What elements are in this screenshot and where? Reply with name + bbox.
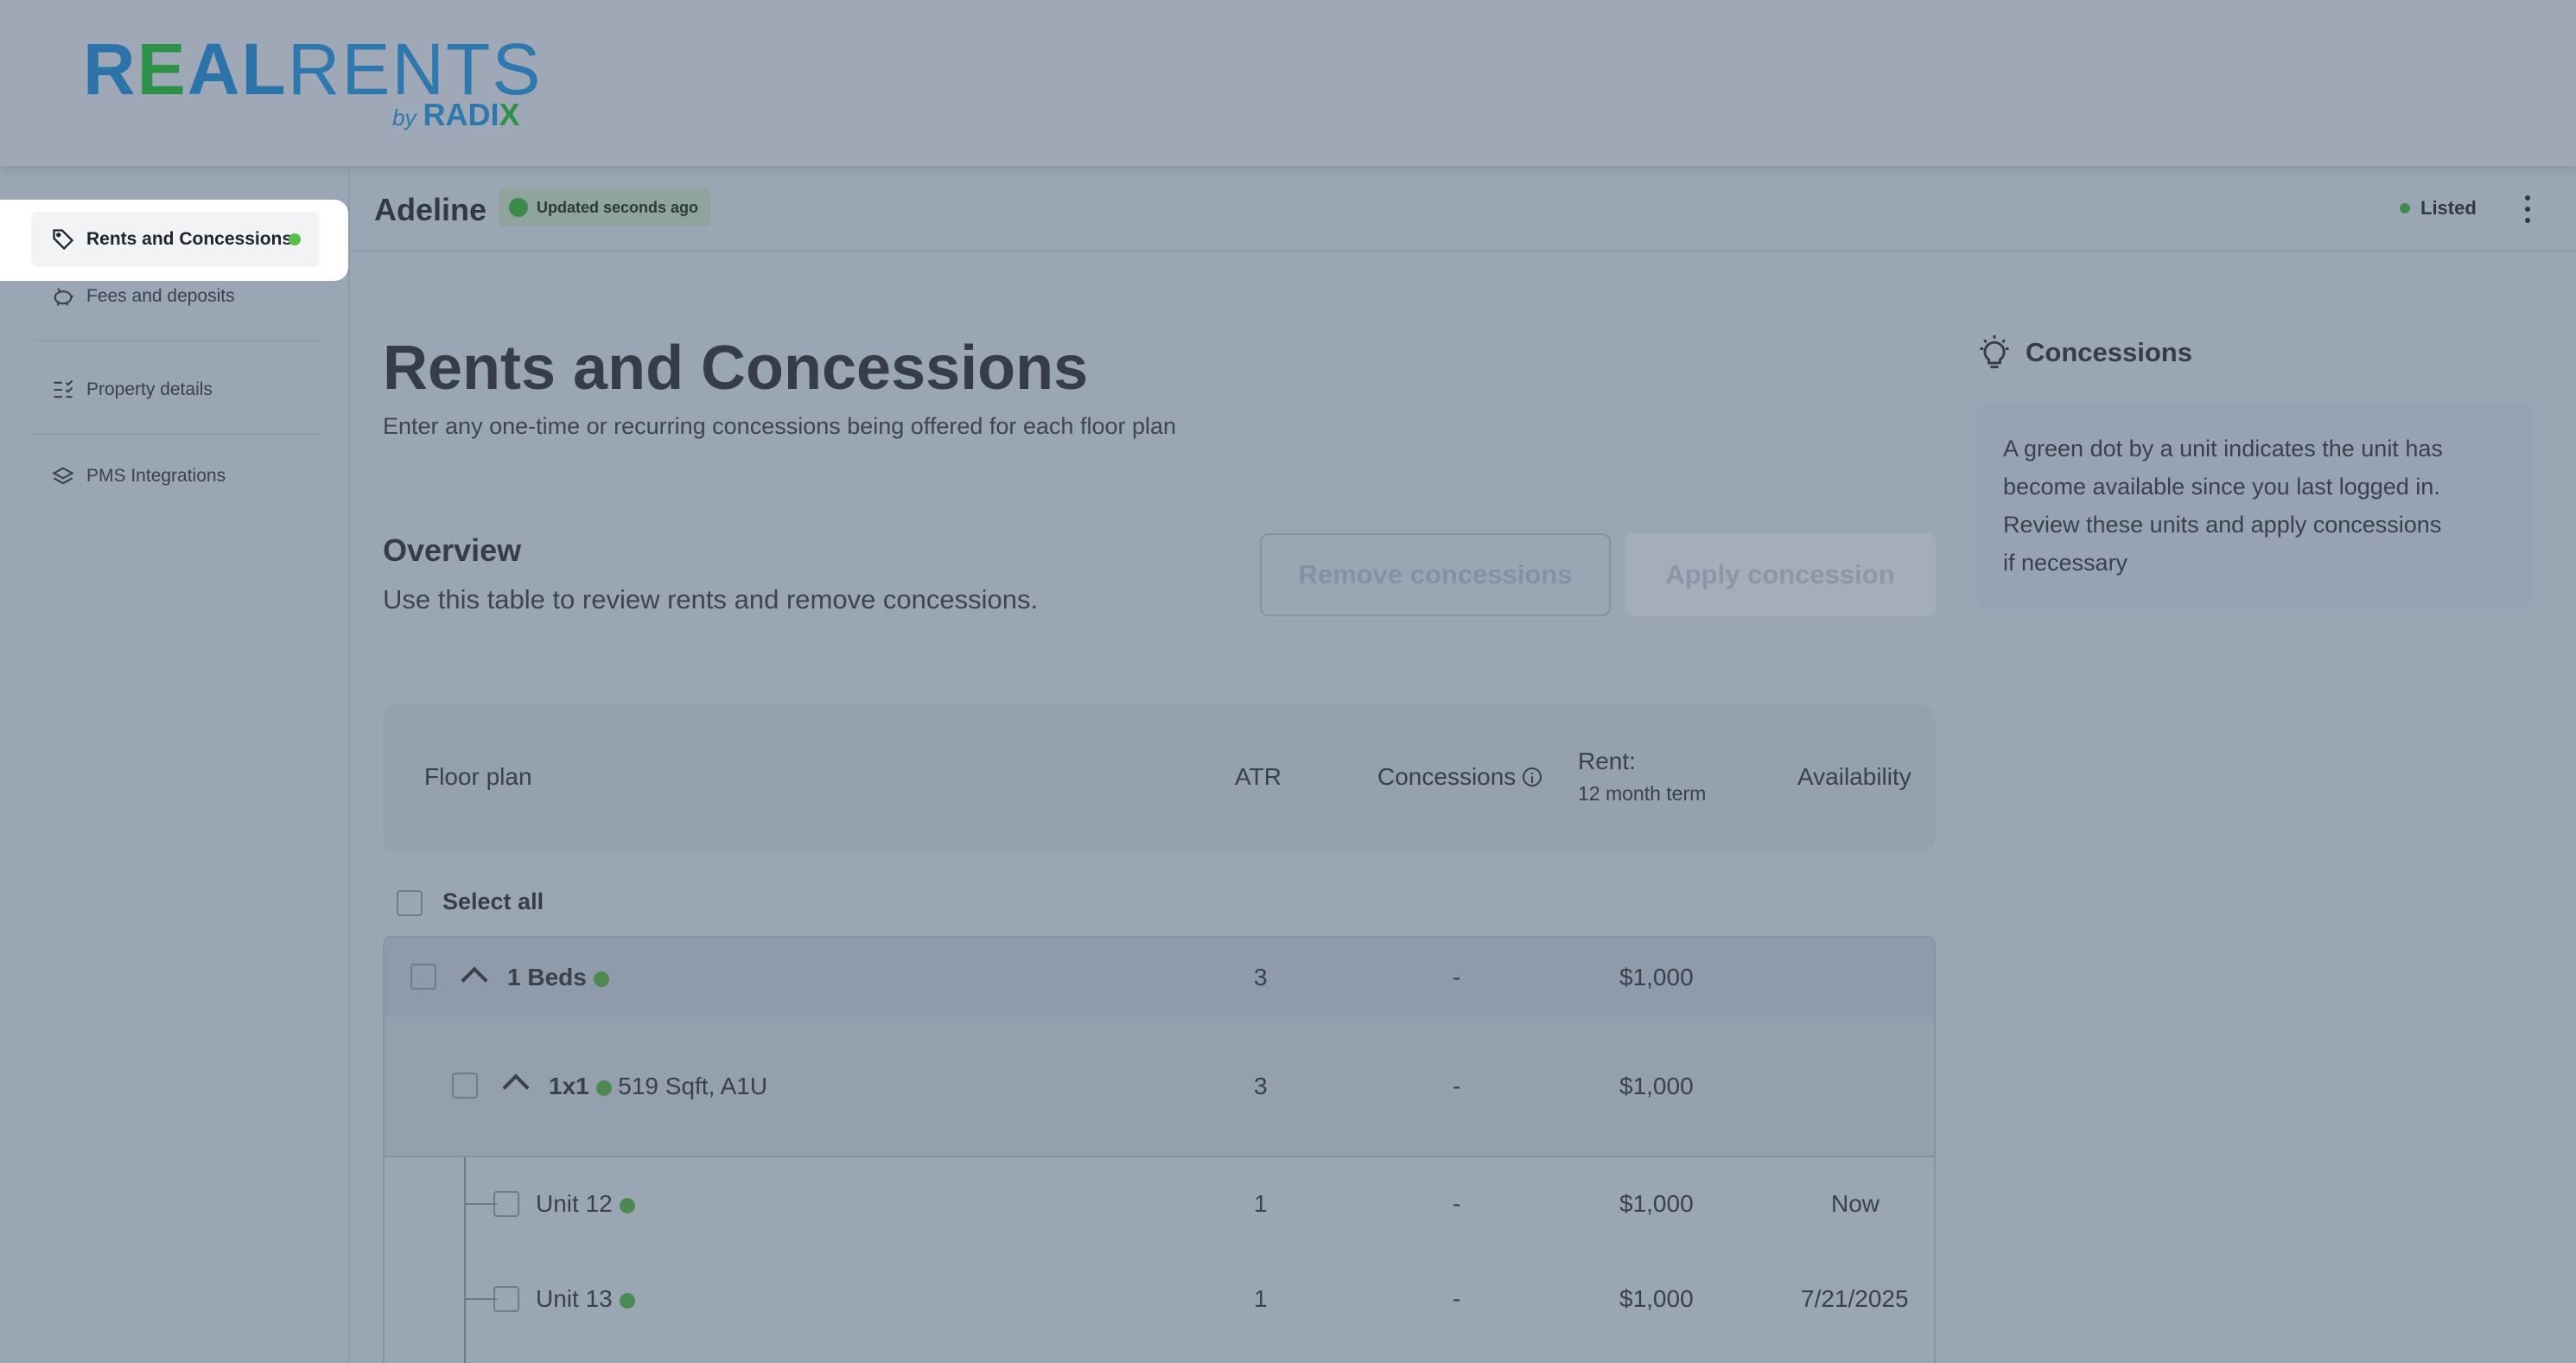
- tip-title: Concessions: [2026, 337, 2192, 367]
- logo-byline: by RADIX: [392, 97, 520, 132]
- column-concessions: Concessions: [1377, 763, 1542, 791]
- floorplan-rent: $1,000: [1619, 1073, 1694, 1099]
- property-name: Adeline: [374, 192, 487, 227]
- remove-concessions-button[interactable]: Remove concessions: [1260, 533, 1611, 616]
- tip-line: Review these units and apply concessions: [2003, 512, 2442, 538]
- column-availability: Availability: [1797, 763, 1911, 790]
- sidebar-item-label: PMS Integrations: [86, 466, 226, 486]
- unit-atr: 1: [1254, 1285, 1268, 1312]
- overview-subtitle: Use this table to review rents and remov…: [383, 584, 1039, 615]
- new-unit-dot: [619, 1197, 635, 1213]
- sidebar-item-label: Rents and Concessions: [86, 229, 293, 249]
- row-checkbox[interactable]: [493, 1191, 519, 1217]
- page-subtitle: Enter any one-time or recurring concessi…: [383, 413, 1177, 439]
- unit-concessions: -: [1453, 1190, 1461, 1217]
- clock-icon: [509, 198, 528, 217]
- select-all-label[interactable]: Select all: [442, 888, 544, 915]
- logo-wordmark: REALRENTS: [83, 29, 543, 110]
- tree-branch: [464, 1203, 497, 1205]
- unit-availability: Now: [1831, 1190, 1880, 1217]
- select-all-checkbox[interactable]: [397, 890, 423, 916]
- overview-title: Overview: [383, 532, 522, 568]
- column-floor-plan: Floor plan: [424, 763, 532, 790]
- tip-line: A green dot by a unit indicates the unit…: [2003, 436, 2443, 462]
- chevron-up-icon[interactable]: [502, 1073, 530, 1101]
- unit-label: Unit 13: [536, 1285, 635, 1313]
- table-header: Floor plan ATR Concessions Rent: 12 mont…: [383, 704, 1936, 853]
- piggy-bank-icon: [50, 283, 76, 309]
- layers-icon: [50, 463, 76, 489]
- sidebar-item-pms-integrations[interactable]: PMS Integrations: [31, 449, 226, 504]
- sidebar-item-label: Fees and deposits: [86, 286, 235, 306]
- sidebar-divider: [31, 433, 321, 435]
- group-label: 1 Beds: [507, 964, 609, 991]
- tip-line: if necessary: [2003, 550, 2128, 576]
- group-concessions: -: [1453, 964, 1461, 990]
- floorplan-atr: 3: [1254, 1073, 1268, 1099]
- app-window: REALRENTS by RADIX Rents and Concessions …: [0, 0, 2576, 1363]
- row-checkbox[interactable]: [452, 1073, 478, 1099]
- apply-concession-button[interactable]: Apply concession: [1625, 533, 1936, 616]
- tree-branch: [464, 1298, 497, 1300]
- lightbulb-icon: [1975, 333, 2013, 379]
- new-unit-dot: [595, 1080, 612, 1096]
- tree-line: [464, 1157, 466, 1363]
- column-atr: ATR: [1235, 763, 1282, 790]
- tip-box: A green dot by a unit indicates the unit…: [1975, 402, 2534, 608]
- page-title: Rents and Concessions: [383, 334, 1089, 403]
- row-checkbox[interactable]: [493, 1286, 519, 1312]
- sidebar-item-property-details[interactable]: Property details: [31, 362, 213, 417]
- listing-status[interactable]: Listed: [2400, 197, 2477, 220]
- unit-concessions: -: [1453, 1285, 1461, 1312]
- group-rent: $1,000: [1619, 964, 1694, 990]
- sidebar-item-label: Property details: [86, 379, 213, 399]
- column-rent: Rent: 12 month term: [1578, 748, 1707, 805]
- unit-rent: $1,000: [1619, 1285, 1694, 1312]
- status-dot: [2400, 203, 2410, 213]
- chevron-up-icon[interactable]: [461, 966, 488, 994]
- realrents-logo[interactable]: REALRENTS by RADIX: [83, 29, 543, 132]
- table-row-floorplan[interactable]: 1x1 519 Sqft, A1U 3 - $1,000: [385, 1017, 1934, 1157]
- group-atr: 3: [1254, 964, 1268, 990]
- info-icon[interactable]: [1523, 767, 1542, 787]
- sidebar-item-fees-and-deposits[interactable]: Fees and deposits: [31, 269, 235, 324]
- unit-availability: 7/21/2025: [1801, 1285, 1909, 1312]
- top-bar: REALRENTS by RADIX: [0, 0, 2576, 166]
- unit-rent: $1,000: [1619, 1190, 1694, 1217]
- sidebar-panel: [0, 166, 350, 1363]
- floorplan-concessions: -: [1453, 1073, 1461, 1099]
- floorplan-label: 1x1 519 Sqft, A1U: [549, 1073, 768, 1099]
- row-checkbox[interactable]: [410, 964, 436, 990]
- unit-atr: 1: [1254, 1190, 1268, 1217]
- more-options-icon[interactable]: [2519, 192, 2536, 226]
- sidebar-item-rents-and-concessions[interactable]: Rents and Concessions: [31, 212, 320, 267]
- new-indicator-dot: [289, 233, 301, 245]
- tip-line: become available since you last logged i…: [2003, 474, 2440, 500]
- unit-label: Unit 12: [536, 1190, 635, 1218]
- updated-badge: Updated seconds ago: [499, 188, 711, 226]
- new-unit-dot: [593, 971, 609, 987]
- new-unit-dot: [619, 1292, 635, 1309]
- checklist-icon: [50, 377, 76, 403]
- sidebar-divider: [31, 340, 321, 341]
- table-row-group[interactable]: 1 Beds 3 - $1,000: [385, 938, 1934, 1019]
- page-header: Adeline Updated seconds ago Listed: [350, 166, 2576, 252]
- floor-plan-group: 1 Beds 3 - $1,000 1x1 519 Sqft, A1U 3 - …: [383, 936, 1936, 1363]
- tag-icon: [50, 226, 76, 252]
